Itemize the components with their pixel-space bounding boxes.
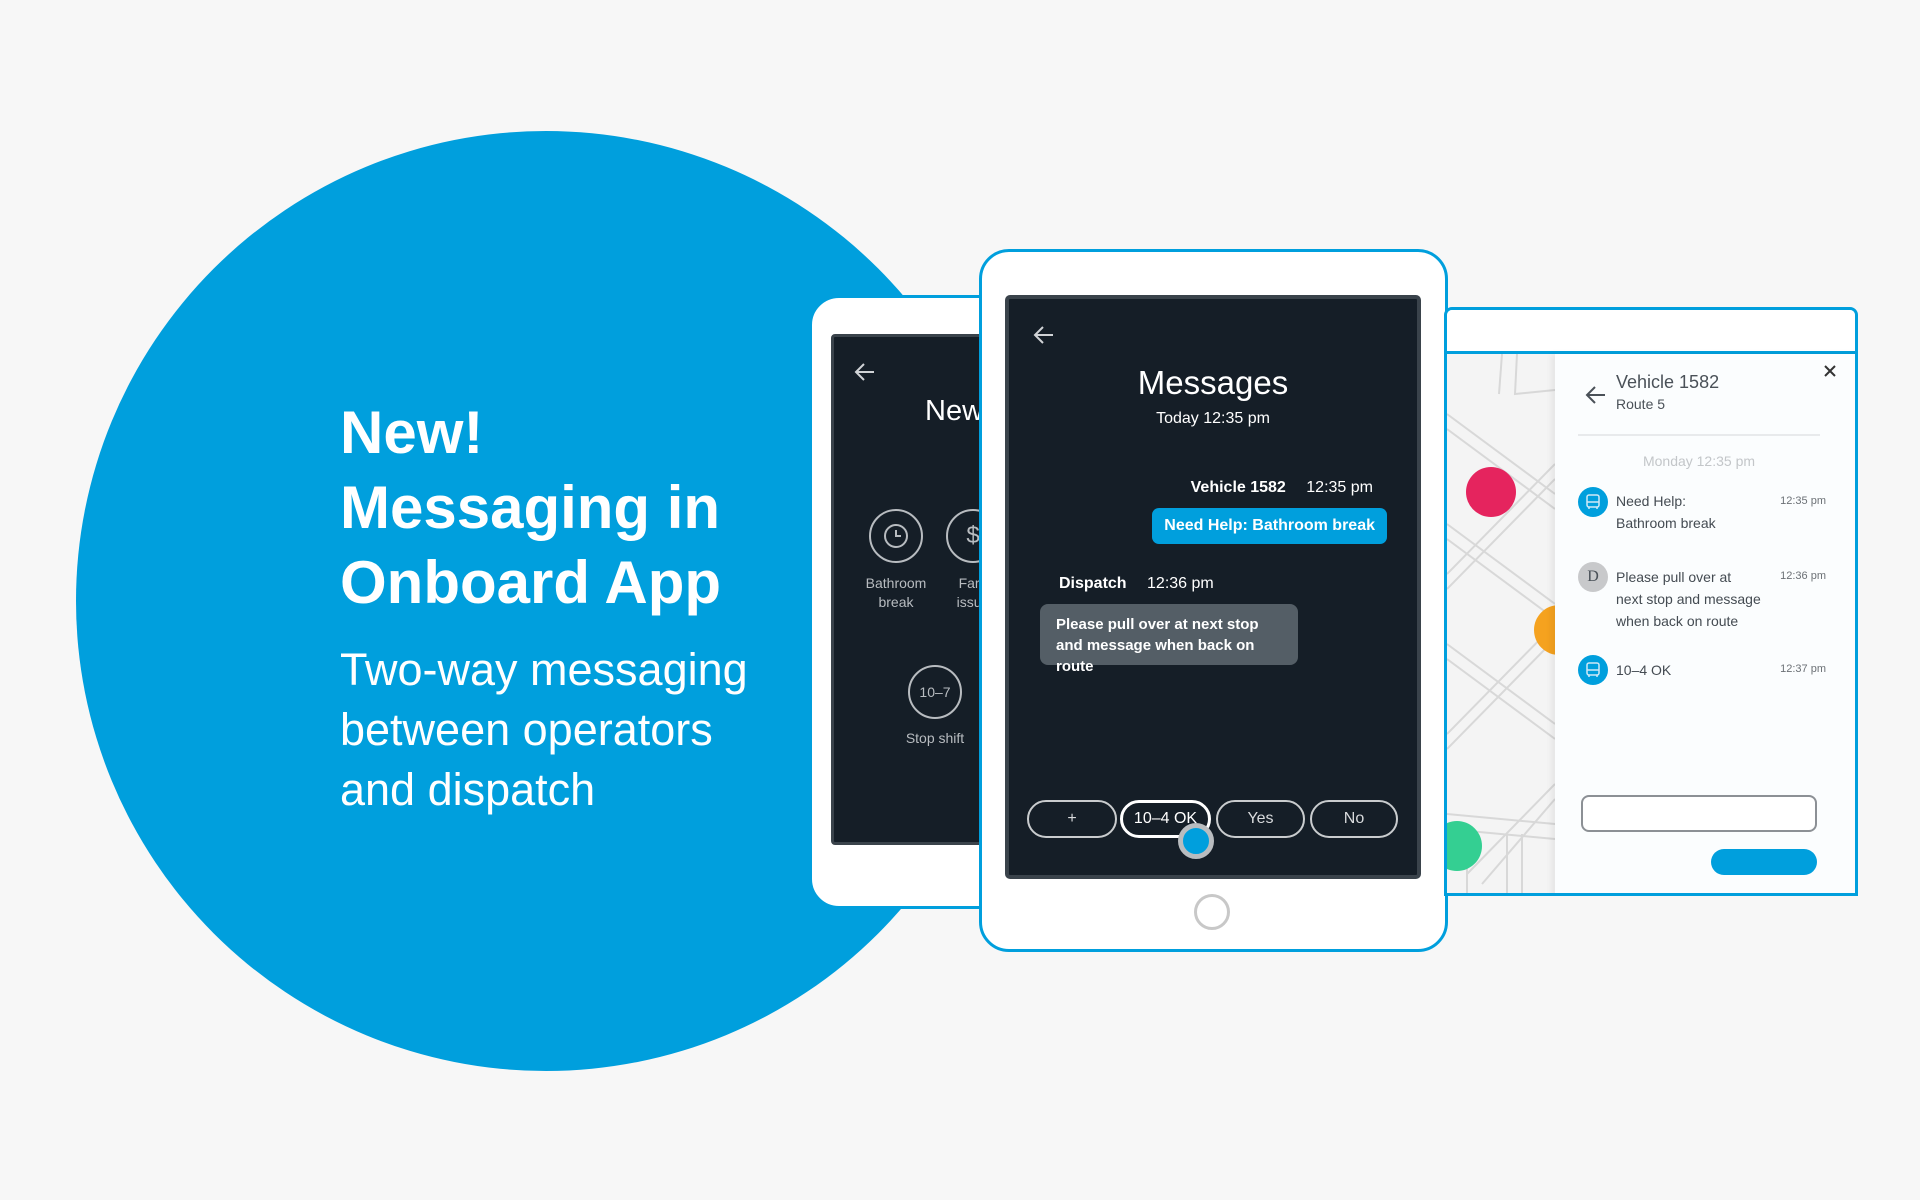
close-icon[interactable] — [1824, 365, 1836, 377]
reply-no-button[interactable]: No — [1310, 800, 1398, 838]
subhead-line: and dispatch — [340, 764, 596, 815]
pink-vehicle-marker[interactable] — [1466, 467, 1516, 517]
panel-title: Vehicle 1582 — [1616, 372, 1720, 392]
touch-indicator — [1178, 823, 1214, 859]
divider — [1578, 434, 1820, 436]
text-line: next stop and message — [1616, 591, 1761, 607]
outgoing-time: 12:35 pm — [1306, 479, 1373, 496]
bus-icon — [1586, 494, 1600, 509]
hero-subheading: Two-way messaging between operators and … — [340, 640, 800, 820]
incoming-time: 12:36 pm — [1147, 575, 1214, 592]
hero-headline: New! Messaging in Onboard App — [340, 395, 780, 620]
text-line: Need Help: — [1616, 493, 1687, 509]
bus-icon — [1586, 662, 1600, 677]
text-line: when back on route — [1616, 613, 1739, 629]
reply-yes-button[interactable]: Yes — [1216, 800, 1305, 838]
stop-shift-label: Stop shift — [905, 730, 965, 746]
back-arrow-icon[interactable] — [1585, 385, 1607, 405]
subhead-line: between operators — [340, 704, 713, 755]
message-text: 10–4 OK — [1616, 662, 1672, 678]
map-streets — [1447, 354, 1555, 893]
send-button[interactable] — [1711, 849, 1817, 875]
add-reply-button[interactable]: + — [1027, 800, 1117, 838]
text-line: Bathroom break — [1616, 515, 1716, 531]
headline-line: Onboard App — [340, 549, 722, 616]
back-arrow-icon[interactable] — [854, 362, 876, 382]
outgoing-header: Vehicle 1582 12:35 pm — [1191, 479, 1373, 497]
home-button[interactable] — [1194, 894, 1230, 930]
clock-icon — [884, 524, 908, 548]
orange-vehicle-marker[interactable] — [1534, 605, 1555, 655]
dispatch-avatar: D — [1578, 562, 1608, 592]
message-input[interactable] — [1581, 795, 1817, 832]
panel-subtitle: Route 5 — [1616, 396, 1666, 412]
incoming-sender: Dispatch — [1059, 575, 1127, 592]
back-arrow-icon[interactable] — [1033, 325, 1055, 345]
message-text: Need Help: Bathroom break — [1616, 490, 1766, 534]
messages-screen: Messages Today 12:35 pm Vehicle 1582 12:… — [1005, 295, 1421, 879]
text-line: Please pull over at — [1616, 569, 1732, 585]
vehicle-message-panel: Vehicle 1582 Route 5 Monday 12:35 pm Nee… — [1555, 354, 1855, 893]
subhead-line: Two-way messaging — [340, 644, 748, 695]
headline-line: New! — [340, 399, 484, 466]
headline-line: Messaging in — [340, 474, 721, 541]
messages-title: Messages — [1137, 364, 1289, 401]
panel-date: Monday 12:35 pm — [1642, 453, 1756, 469]
vehicle-avatar — [1578, 655, 1608, 685]
message-time: 12:36 pm — [1780, 570, 1826, 582]
bubble-line: and message when back on route — [1056, 637, 1255, 675]
dollar-icon: $ — [966, 522, 980, 549]
stop-shift-code: 10–7 — [919, 684, 951, 700]
message-time: 12:35 pm — [1780, 495, 1826, 507]
outgoing-bubble: Need Help: Bathroom break — [1152, 508, 1387, 544]
messages-subtitle: Today 12:35 pm — [1156, 410, 1270, 427]
dispatch-window: Vehicle 1582 Route 5 Monday 12:35 pm Nee… — [1444, 307, 1858, 896]
incoming-header: Dispatch 12:36 pm — [1059, 575, 1214, 593]
window-header — [1447, 310, 1855, 354]
incoming-bubble: Please pull over at next stop and messag… — [1040, 604, 1298, 675]
stop-shift-button[interactable]: 10–7 — [908, 665, 962, 719]
message-text: Please pull over at next stop and message… — [1616, 566, 1766, 632]
message-time: 12:37 pm — [1780, 663, 1826, 675]
vehicle-avatar — [1578, 487, 1608, 517]
map-view[interactable] — [1447, 354, 1555, 893]
new-message-title: New — [925, 395, 984, 427]
bubble-line: Please pull over at next stop — [1056, 616, 1259, 633]
outgoing-sender: Vehicle 1582 — [1190, 479, 1286, 496]
bathroom-break-button[interactable] — [869, 509, 923, 563]
